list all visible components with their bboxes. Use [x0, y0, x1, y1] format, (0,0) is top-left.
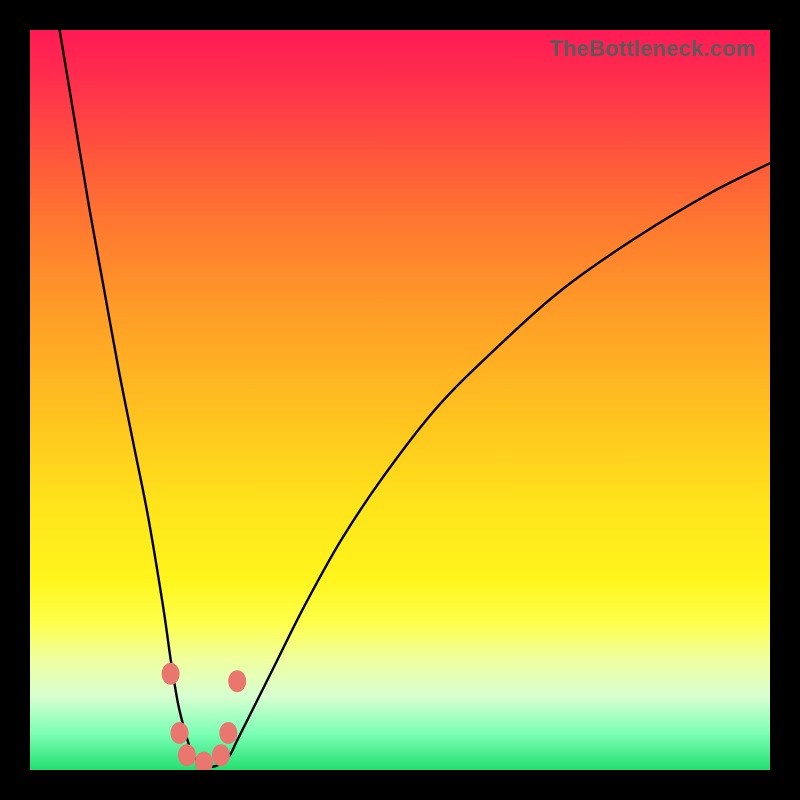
- marker-dot: [170, 722, 188, 744]
- curve-layer: [30, 30, 770, 770]
- marker-dot: [162, 663, 180, 685]
- watermark-text: TheBottleneck.com: [550, 36, 756, 62]
- chart-frame: TheBottleneck.com: [0, 0, 800, 800]
- marker-dot: [219, 722, 237, 744]
- plot-area: TheBottleneck.com: [30, 30, 770, 770]
- marker-layer: [162, 663, 247, 770]
- bottleneck-curve: [60, 30, 770, 767]
- marker-dot: [195, 752, 213, 770]
- marker-dot: [178, 744, 196, 766]
- marker-dot: [212, 744, 230, 766]
- marker-dot: [228, 670, 246, 692]
